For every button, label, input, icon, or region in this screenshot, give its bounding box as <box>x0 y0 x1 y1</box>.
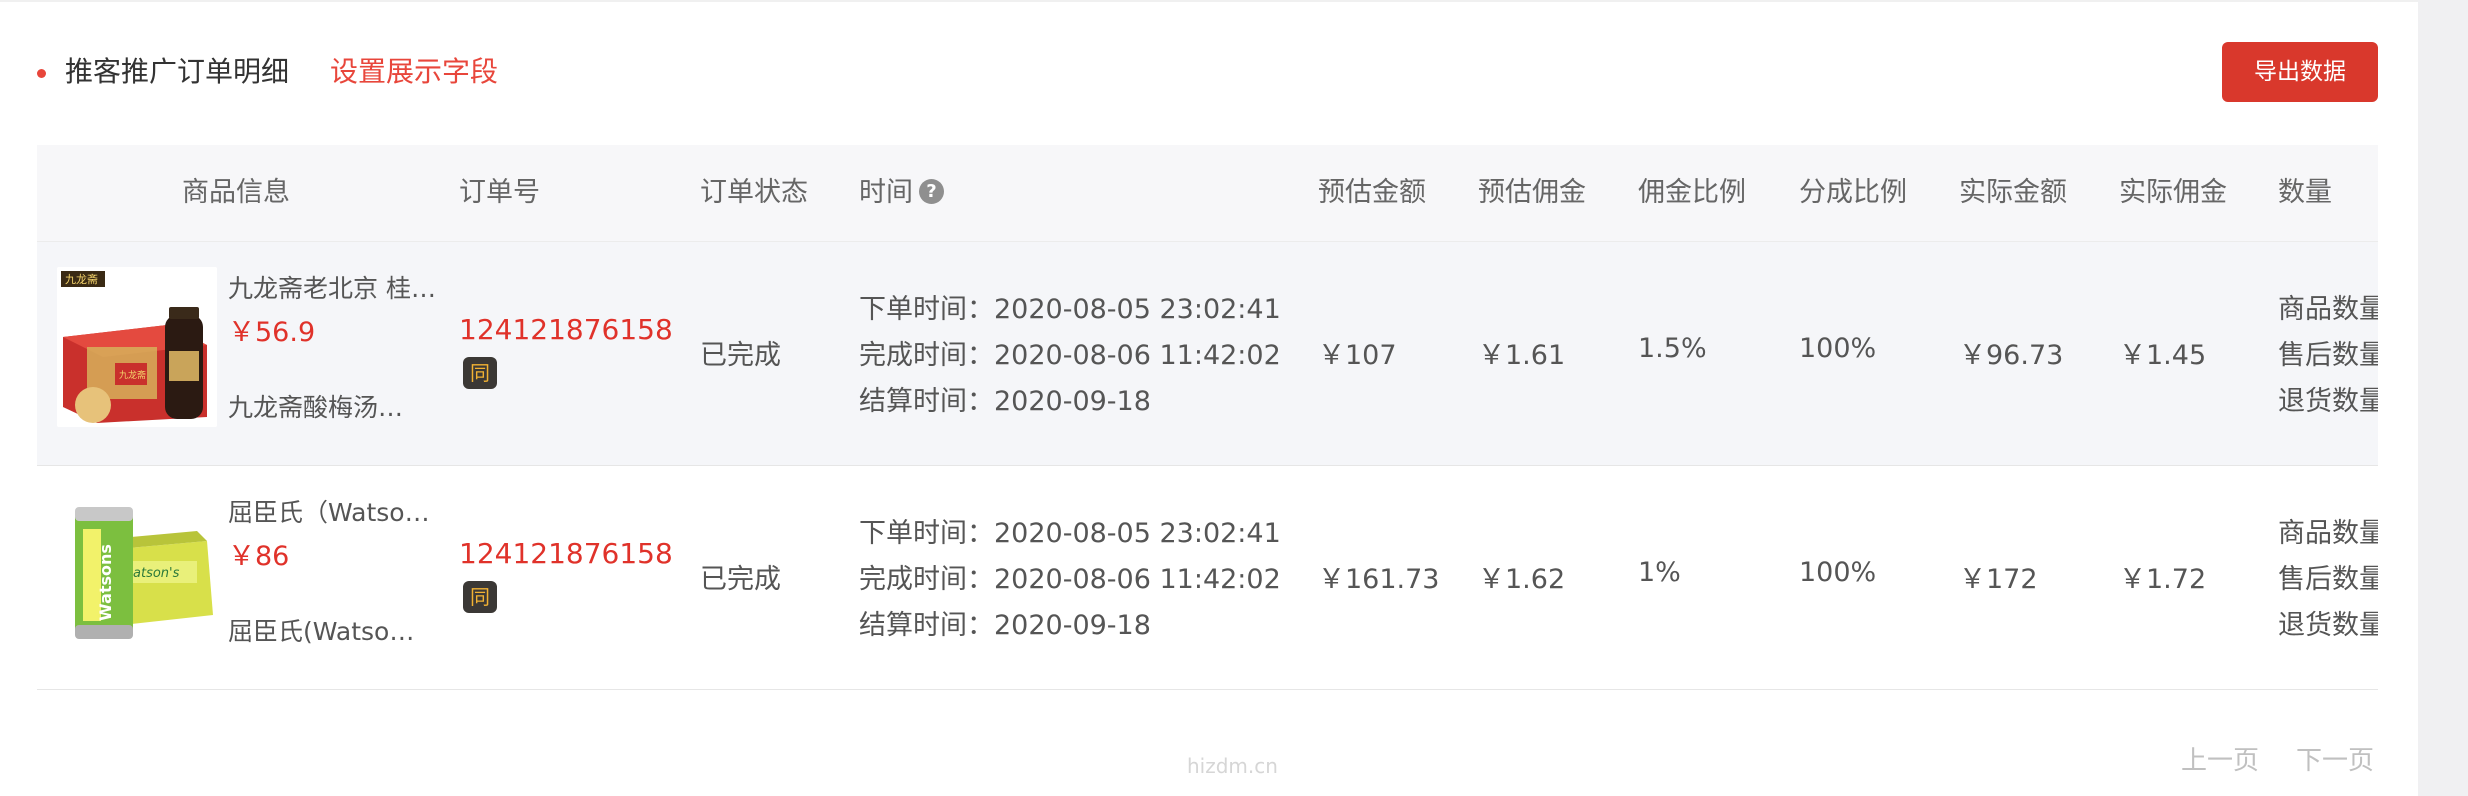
qty-return: 退货数量 <box>2278 386 2378 417</box>
quantity-info: 商品数量 售后数量 退货数量 <box>2278 511 2378 649</box>
export-data-button[interactable]: 导出数据 <box>2222 42 2378 102</box>
settle-time: 结算时间：2020-09-18 <box>859 386 1151 417</box>
share-rate: 100% <box>1799 557 1877 588</box>
est-amount: ￥161.73 <box>1318 564 1440 595</box>
thumb-box-label: atson's <box>133 566 180 581</box>
same-store-tag-icon: 同 <box>463 357 497 389</box>
same-store-tag-icon: 同 <box>463 581 497 613</box>
qty-goods: 商品数量 <box>2278 518 2378 549</box>
product-price: ￥86 <box>228 541 290 572</box>
qty-aftersale: 售后数量 <box>2278 340 2378 371</box>
thumb-box-label: 九龙斋 <box>119 369 146 381</box>
col-actual-commission: 实际佣金 <box>2119 177 2227 208</box>
product-name[interactable]: 九龙斋老北京 桂… <box>228 269 443 305</box>
complete-time: 完成时间：2020-08-06 11:42:02 <box>859 564 1281 595</box>
order-status: 已完成 <box>700 564 781 595</box>
col-order-status: 订单状态 <box>700 177 808 208</box>
help-icon[interactable]: ? <box>919 179 944 204</box>
actual-commission: ￥1.45 <box>2119 340 2207 371</box>
product-price: ￥56.9 <box>228 317 316 348</box>
est-commission: ￥1.62 <box>1478 564 1566 595</box>
qty-aftersale: 售后数量 <box>2278 564 2378 595</box>
col-quantity: 数量 <box>2278 177 2332 208</box>
table-header: 商品信息 订单号 订单状态 时间? 预估金额 预估佣金 佣金比例 分成比例 实际… <box>37 145 2378 242</box>
share-rate: 100% <box>1799 333 1877 364</box>
section-title: 推客推广订单明细 <box>65 55 290 88</box>
order-time: 下单时间：2020-08-05 23:02:41 <box>859 518 1281 549</box>
title-bullet-icon <box>37 69 46 78</box>
watermark: hizdm.cn <box>1187 754 1278 778</box>
quantity-info: 商品数量 售后数量 退货数量 <box>2278 287 2378 425</box>
next-page-button[interactable]: 下一页 <box>2296 740 2374 777</box>
commission-rate: 1.5% <box>1638 333 1707 364</box>
col-time: 时间? <box>859 145 944 241</box>
table-row: atson's Watsons 屈臣氏（Watsons… ￥86 屈臣氏(Wat… <box>37 466 2378 690</box>
actual-amount: ￥172 <box>1959 564 2038 595</box>
thumb-logo-text: 九龙斋 <box>65 272 98 286</box>
order-number-link[interactable]: 124121876158 <box>459 537 673 570</box>
col-order-no: 订单号 <box>459 177 540 208</box>
qty-goods: 商品数量 <box>2278 294 2378 325</box>
col-time-label: 时间 <box>859 177 913 208</box>
product-name[interactable]: 屈臣氏（Watsons… <box>228 493 443 529</box>
settle-time: 结算时间：2020-09-18 <box>859 610 1151 641</box>
col-actual-amount: 实际金额 <box>1959 177 2067 208</box>
est-amount: ￥107 <box>1318 340 1397 371</box>
table-row: 九龙斋 九龙斋 九龙斋老北京 桂… ￥56.9 九龙斋酸梅汤京… 1241218… <box>37 242 2378 466</box>
page-scroll-gutter <box>2418 0 2468 796</box>
set-display-fields-link[interactable]: 设置展示字段 <box>330 52 498 92</box>
shop-name: 屈臣氏(Watson'… <box>228 617 423 646</box>
col-est-amount: 预估金额 <box>1318 177 1426 208</box>
actual-commission: ￥1.72 <box>2119 564 2207 595</box>
qty-return: 退货数量 <box>2278 610 2378 641</box>
section-header: 推客推广订单明细 设置展示字段 导出数据 <box>0 0 2418 145</box>
est-commission: ￥1.61 <box>1478 340 1566 371</box>
product-thumbnail[interactable]: 九龙斋 九龙斋 <box>57 267 217 427</box>
col-product-info: 商品信息 <box>182 177 290 208</box>
order-status: 已完成 <box>700 340 781 371</box>
commission-rate: 1% <box>1638 557 1681 588</box>
order-number-link[interactable]: 124121876158 <box>459 313 673 346</box>
col-share-rate: 分成比例 <box>1799 177 1907 208</box>
order-time: 下单时间：2020-08-05 23:02:41 <box>859 294 1281 325</box>
time-info: 下单时间：2020-08-05 23:02:41 完成时间：2020-08-06… <box>859 287 1281 425</box>
actual-amount: ￥96.73 <box>1959 340 2064 371</box>
time-info: 下单时间：2020-08-05 23:02:41 完成时间：2020-08-06… <box>859 511 1281 649</box>
product-thumbnail[interactable]: atson's Watsons <box>57 491 217 651</box>
thumb-can-label: Watsons <box>96 544 115 621</box>
complete-time: 完成时间：2020-08-06 11:42:02 <box>859 340 1281 371</box>
shop-name: 九龙斋酸梅汤京… <box>228 393 423 422</box>
col-commission-rate: 佣金比例 <box>1638 177 1746 208</box>
col-est-commission: 预估佣金 <box>1478 177 1586 208</box>
prev-page-button[interactable]: 上一页 <box>2181 740 2259 777</box>
